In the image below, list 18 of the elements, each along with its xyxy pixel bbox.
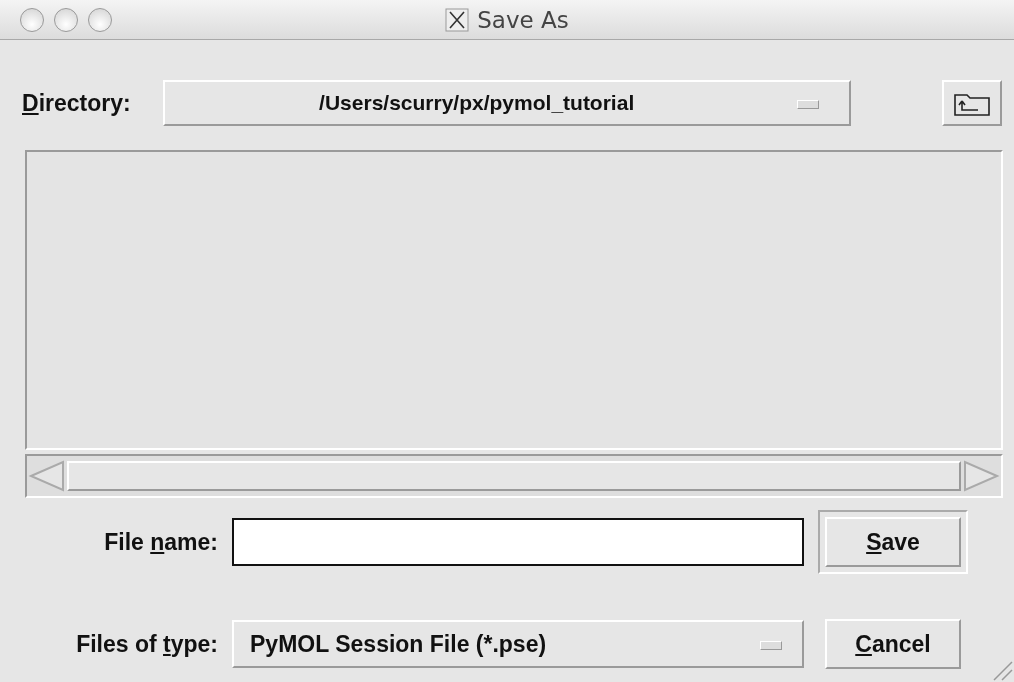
- save-button[interactable]: Save: [825, 517, 961, 567]
- directory-label: Directory:: [22, 89, 131, 117]
- minimize-button[interactable]: [54, 7, 78, 32]
- scrollbar-thumb[interactable]: [67, 461, 961, 491]
- scroll-right-icon[interactable]: [961, 458, 1001, 494]
- x-window-icon: [445, 7, 470, 32]
- scroll-left-icon[interactable]: [27, 458, 67, 494]
- cancel-button[interactable]: Cancel: [825, 619, 961, 669]
- file-name-field[interactable]: [232, 518, 804, 566]
- window-title: Save As: [477, 6, 569, 33]
- file-type-dropdown[interactable]: PyMOL Session File (*.pse): [232, 620, 804, 668]
- file-name-label: File name:: [103, 528, 219, 556]
- horizontal-scrollbar[interactable]: [25, 454, 1003, 498]
- folder-up-button[interactable]: [942, 80, 1002, 126]
- zoom-button[interactable]: [88, 7, 112, 32]
- close-button[interactable]: [20, 7, 44, 32]
- file-type-label: Files of type:: [75, 630, 219, 658]
- directory-dropdown[interactable]: /Users/scurry/px/pymol_tutorial: [162, 80, 851, 126]
